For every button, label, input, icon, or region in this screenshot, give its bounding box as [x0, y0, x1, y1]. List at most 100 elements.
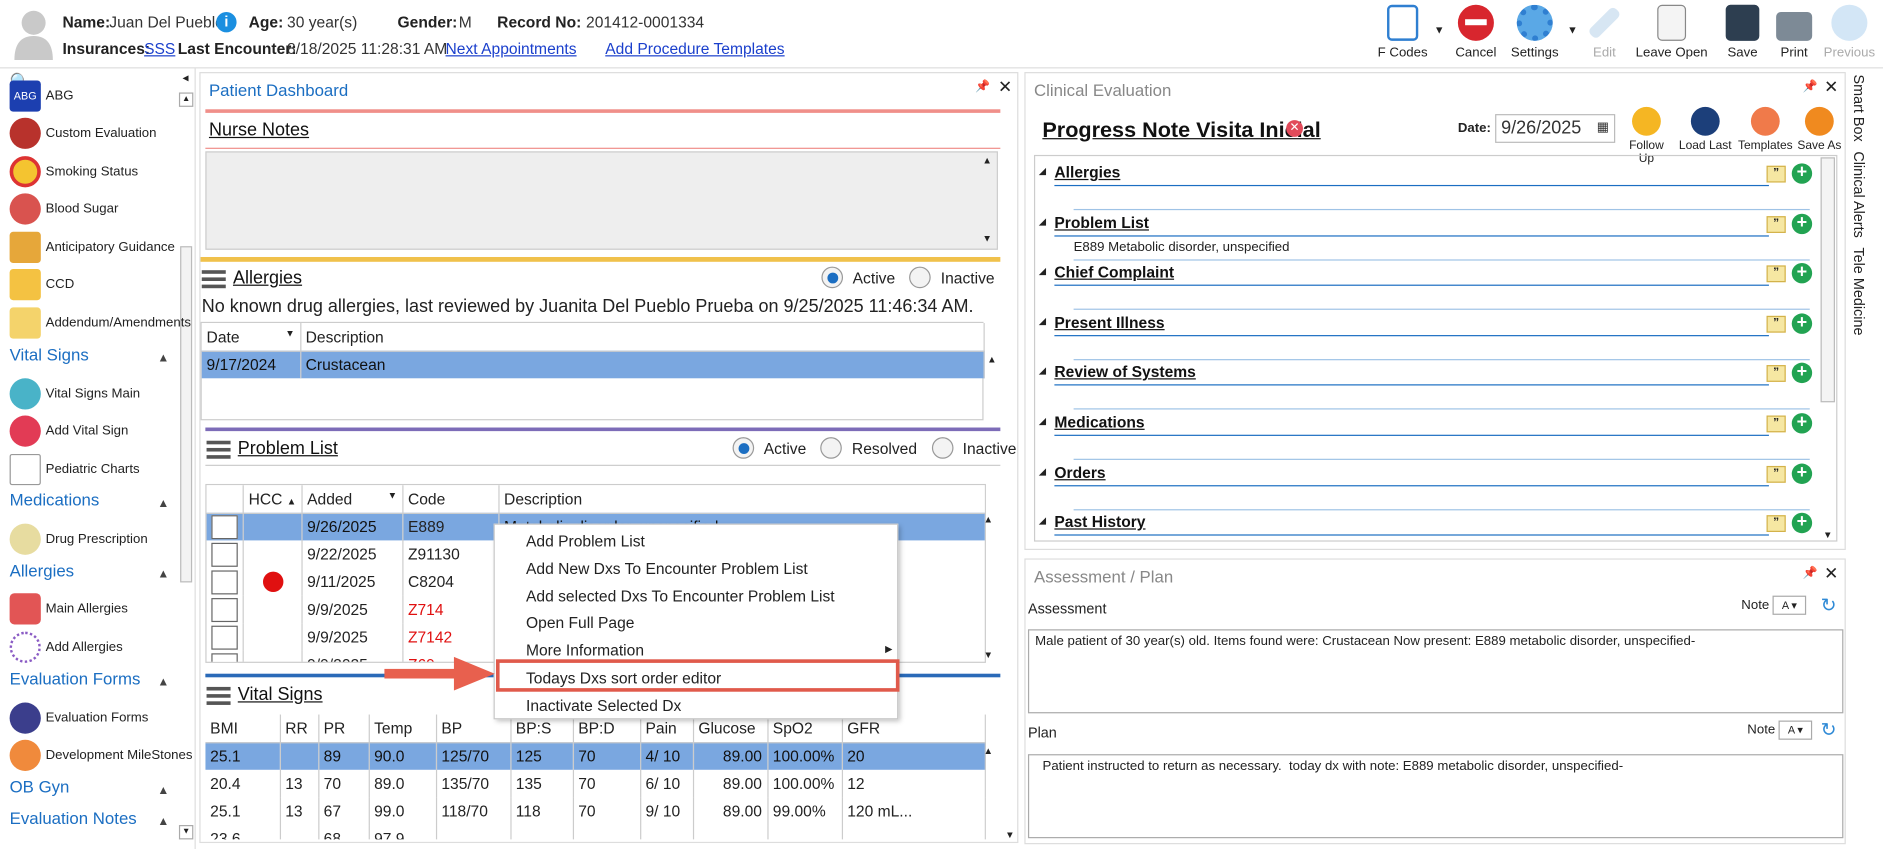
scroll-up-icon[interactable]: ▲	[984, 514, 994, 525]
sidebar-header-vital-signs[interactable]: Vital Signs	[10, 345, 89, 364]
chevron-up-icon[interactable]: ▲	[157, 784, 169, 797]
add-icon[interactable]: +	[1791, 512, 1813, 534]
tab-clinical-alerts[interactable]: Clinical Alerts	[1851, 151, 1868, 238]
quote-icon[interactable]: ”	[1766, 165, 1786, 183]
table-row[interactable]: 25.1 13 67 99.0 118/70 118 70 9/ 10 89.00 99.00% 1…	[205, 797, 986, 826]
note-title[interactable]: Progress Note Visita Inicial	[1042, 118, 1320, 143]
quote-icon[interactable]: ”	[1766, 215, 1786, 233]
menu-item-add-new-dxs[interactable]: Add New Dxs To Encounter Problem List	[526, 560, 808, 578]
pin-icon[interactable]: 📌	[1803, 80, 1818, 93]
add-icon[interactable]: +	[1791, 163, 1813, 184]
radio-inactive[interactable]: Inactive	[931, 437, 1016, 459]
settings-button[interactable]: Settings	[1506, 4, 1564, 65]
scroll-up-icon[interactable]: ▲	[987, 354, 997, 365]
sidebar-scrollbar[interactable]	[180, 246, 193, 583]
note-format-dropdown[interactable]: A ▾	[1778, 720, 1813, 740]
scroll-down-icon[interactable]: ▼	[984, 650, 994, 661]
quote-icon[interactable]: ”	[1766, 365, 1786, 383]
allergies-title[interactable]: Allergies	[233, 268, 302, 288]
menu-item-more-information[interactable]: More Information	[526, 641, 644, 659]
collapse-triangle-icon[interactable]: ◢	[1039, 515, 1046, 526]
plan-textarea[interactable]: Patient instructed to return as necessar…	[1027, 754, 1844, 839]
chevron-up-icon[interactable]: ▲	[157, 497, 169, 510]
add-icon[interactable]: +	[1791, 413, 1813, 434]
quote-icon[interactable]: ”	[1766, 265, 1786, 283]
menu-icon[interactable]	[206, 440, 231, 459]
radio-resolved[interactable]: Resolved	[820, 437, 917, 459]
info-icon[interactable]: i	[216, 12, 237, 33]
sidebar-item-pediatric-charts[interactable]: Pediatric Charts	[9, 453, 140, 487]
remove-icon[interactable]: ✕	[1286, 120, 1303, 137]
radio-inactive[interactable]: Inactive	[909, 266, 995, 289]
menu-item-add-problem-list[interactable]: Add Problem List	[526, 532, 645, 550]
sidebar-item-blood-sugar[interactable]: Blood Sugar	[9, 192, 119, 226]
scroll-down-icon[interactable]: ▼	[1005, 830, 1015, 841]
add-procedure-templates-link[interactable]: Add Procedure Templates	[605, 40, 784, 58]
sidebar-item-smoking-status[interactable]: Smoking Status	[9, 155, 139, 189]
calendar-icon[interactable]: ▦	[1597, 119, 1609, 134]
column-header-bmi[interactable]: BMI	[205, 714, 281, 743]
scroll-down-icon[interactable]: ▼	[982, 233, 992, 244]
sidebar-header-evaluation-forms[interactable]: Evaluation Forms	[10, 669, 141, 688]
sidebar-header-allergies[interactable]: Allergies	[10, 561, 74, 580]
sidebar-item-main-allergies[interactable]: Main Allergies	[9, 592, 128, 626]
collapse-triangle-icon[interactable]: ◢	[1039, 216, 1046, 227]
row-checkbox[interactable]	[206, 540, 244, 569]
add-icon[interactable]: +	[1791, 313, 1813, 334]
tab-tele-medicine[interactable]: Tele Medicine	[1851, 247, 1868, 335]
pin-icon[interactable]: 📌	[975, 80, 990, 93]
sidebar-item-add-vital-sign[interactable]: Add Vital Sign	[9, 414, 129, 448]
refresh-icon[interactable]: ↻	[1821, 718, 1837, 742]
close-icon[interactable]: ✕	[1824, 77, 1838, 97]
sidebar-item-vital-signs-main[interactable]: Vital Signs Main	[9, 377, 141, 411]
table-row[interactable]: 25.1 89 90.0 125/70 125 70 4/ 10 89.00 100.00% 20	[205, 742, 986, 770]
column-header-code[interactable]: Code	[402, 485, 500, 514]
chevron-up-icon[interactable]: ▲	[157, 568, 169, 581]
column-header-description[interactable]: Description	[498, 485, 985, 514]
note-format-dropdown[interactable]: A ▾	[1772, 595, 1807, 615]
table-row[interactable]: 20.4 13 70 89.0 135/70 135 70 6/ 10 89.00 100.00%…	[205, 769, 986, 798]
sidebar-item-custom-evaluation[interactable]: Custom Evaluation	[9, 116, 157, 150]
fcodes-dropdown-icon[interactable]: ▼	[1434, 24, 1445, 36]
sidebar-item-addendum[interactable]: Addendum/Amendments	[9, 306, 191, 340]
nurse-notes-title[interactable]: Nurse Notes	[209, 120, 309, 140]
sidebar-header-obgyn[interactable]: OB Gyn	[10, 777, 70, 796]
column-header-date[interactable]: Date ▼	[201, 323, 301, 352]
chevron-up-icon[interactable]: ▲	[157, 815, 169, 828]
assessment-textarea[interactable]: Male patient of 30 year(s) old. Items fo…	[1027, 629, 1844, 714]
refresh-icon[interactable]: ↻	[1821, 593, 1837, 617]
chevron-up-icon[interactable]: ▲	[157, 352, 169, 365]
collapse-triangle-icon[interactable]: ◢	[1039, 166, 1046, 177]
scroll-up-icon[interactable]: ▲	[982, 155, 992, 166]
row-checkbox[interactable]	[206, 623, 244, 651]
insurance-link[interactable]: SSS	[144, 40, 175, 58]
collapse-triangle-icon[interactable]: ◢	[1039, 316, 1046, 327]
radio-active[interactable]: Active	[732, 437, 806, 459]
collapse-sidebar-icon[interactable]: ◂	[183, 72, 189, 85]
row-checkbox[interactable]	[206, 650, 244, 662]
scroll-up-icon[interactable]: ▲	[984, 746, 994, 757]
nurse-notes-textarea[interactable]	[205, 151, 998, 250]
add-icon[interactable]: +	[1791, 363, 1813, 384]
sidebar-item-drug-prescription[interactable]: Drug Prescription	[9, 522, 148, 556]
menu-icon[interactable]	[206, 686, 231, 705]
section-title[interactable]: Review of Systems	[1054, 363, 1195, 381]
column-header-rr[interactable]: RR	[279, 714, 319, 743]
vital-signs-title[interactable]: Vital Signs	[238, 685, 323, 705]
previous-button[interactable]: Previous	[1821, 4, 1879, 65]
section-title[interactable]: Past History	[1054, 513, 1145, 531]
sidebar-item-evaluation-forms[interactable]: Evaluation Forms	[9, 701, 149, 735]
add-icon[interactable]: +	[1791, 462, 1813, 484]
quote-icon[interactable]: ”	[1766, 315, 1786, 333]
sidebar-header-evaluation-notes[interactable]: Evaluation Notes	[10, 808, 137, 827]
column-header-pr[interactable]: PR	[318, 714, 370, 743]
templates-button[interactable]: Templates	[1738, 106, 1793, 153]
row-checkbox[interactable]	[206, 512, 244, 541]
sidebar-item-ccd[interactable]: CCD	[9, 268, 74, 302]
section-title[interactable]: Medications	[1054, 413, 1144, 431]
section-title[interactable]: Orders	[1054, 463, 1105, 481]
row-checkbox[interactable]	[206, 595, 244, 624]
menu-item-add-selected-dxs[interactable]: Add selected Dxs To Encounter Problem Li…	[526, 587, 835, 605]
column-header-temp[interactable]: Temp	[368, 714, 437, 743]
collapse-triangle-icon[interactable]: ◢	[1039, 465, 1046, 476]
